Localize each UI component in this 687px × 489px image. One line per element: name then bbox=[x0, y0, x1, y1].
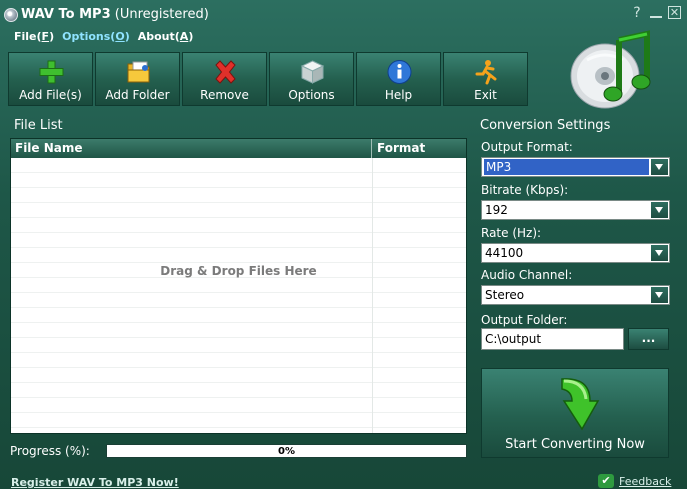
list-row bbox=[11, 398, 466, 413]
add-files-button[interactable]: Add File(s) bbox=[8, 52, 93, 106]
list-row bbox=[11, 353, 466, 368]
add-folder-label: Add Folder bbox=[105, 88, 170, 102]
output-format-label: Output Format: bbox=[481, 140, 573, 154]
help-button[interactable]: Help bbox=[356, 52, 441, 106]
app-window: WAV To MP3 (Unregistered) ? ✕ File(F) Op… bbox=[0, 0, 687, 489]
column-file-name[interactable]: File Name bbox=[11, 139, 372, 158]
list-row bbox=[11, 293, 466, 308]
output-format-select[interactable]: MP3 bbox=[481, 157, 670, 177]
list-row bbox=[11, 338, 466, 353]
drag-drop-hint: Drag & Drop Files Here bbox=[160, 264, 317, 278]
down-arrow-icon bbox=[561, 378, 600, 431]
close-icon[interactable]: ✕ bbox=[668, 6, 681, 19]
checkmark-icon: ✔ bbox=[598, 474, 614, 488]
options-label: Options bbox=[288, 88, 335, 102]
list-row bbox=[11, 383, 466, 398]
options-button[interactable]: Options bbox=[269, 52, 354, 106]
menu-bar: File(F) Options(O) About(A) bbox=[14, 30, 193, 43]
column-format[interactable]: Format bbox=[372, 139, 466, 158]
window-title: WAV To MP3 (Unregistered) bbox=[21, 7, 209, 22]
output-format-value: MP3 bbox=[484, 159, 649, 175]
add-files-label: Add File(s) bbox=[19, 88, 82, 102]
add-folder-button[interactable]: Add Folder bbox=[95, 52, 180, 106]
menu-about-label: About bbox=[137, 30, 175, 43]
conversion-settings-title: Conversion Settings bbox=[480, 118, 611, 133]
list-row bbox=[11, 368, 466, 383]
rate-label: Rate (Hz): bbox=[481, 226, 542, 240]
chevron-down-icon[interactable] bbox=[651, 287, 668, 303]
menu-options-label: Options bbox=[62, 30, 111, 43]
menu-options-accel: O bbox=[115, 30, 125, 43]
bitrate-value: 192 bbox=[485, 203, 508, 217]
menu-file-accel: F bbox=[41, 30, 50, 43]
x-icon bbox=[215, 60, 236, 84]
column-divider bbox=[372, 158, 373, 433]
title-app-name: WAV To MP3 bbox=[21, 7, 111, 22]
list-row bbox=[11, 323, 466, 338]
exit-label: Exit bbox=[474, 88, 497, 102]
progress-label: Progress (%): bbox=[10, 444, 90, 458]
audio-channel-select[interactable]: Stereo bbox=[481, 285, 670, 305]
audio-channel-label: Audio Channel: bbox=[481, 268, 573, 282]
feedback-link[interactable]: ✔ Feedback bbox=[598, 474, 671, 488]
help-label: Help bbox=[384, 88, 413, 102]
file-list[interactable]: File Name Format Drag & Drop Files Here bbox=[10, 138, 467, 434]
feedback-label: Feedback bbox=[619, 474, 672, 488]
rate-value: 44100 bbox=[485, 246, 524, 260]
start-converting-label: Start Converting Now bbox=[505, 437, 645, 452]
chevron-down-icon[interactable] bbox=[651, 202, 668, 218]
help-icon[interactable]: ? bbox=[630, 6, 644, 20]
cube-icon bbox=[300, 60, 325, 84]
list-row bbox=[11, 218, 466, 233]
running-man-icon bbox=[475, 60, 497, 85]
bitrate-select[interactable]: 192 bbox=[481, 200, 670, 220]
progress-bar: 0% bbox=[106, 444, 467, 458]
title-status: (Unregistered) bbox=[114, 7, 209, 22]
list-row bbox=[11, 188, 466, 203]
title-bar[interactable]: WAV To MP3 (Unregistered) ? ✕ bbox=[0, 0, 687, 28]
list-row bbox=[11, 173, 466, 188]
info-icon bbox=[387, 60, 412, 84]
menu-about-accel: A bbox=[179, 30, 189, 43]
plus-icon bbox=[39, 60, 64, 84]
cd-music-logo-icon bbox=[570, 30, 651, 109]
list-row bbox=[11, 203, 466, 218]
menu-options[interactable]: Options(O) bbox=[62, 30, 130, 43]
minimize-icon[interactable] bbox=[650, 6, 662, 18]
file-list-body[interactable]: Drag & Drop Files Here bbox=[11, 158, 466, 433]
list-row bbox=[11, 278, 466, 293]
exit-button[interactable]: Exit bbox=[443, 52, 528, 106]
list-row bbox=[11, 233, 466, 248]
output-folder-field[interactable]: C:\output bbox=[481, 328, 624, 350]
browse-folder-button[interactable]: ... bbox=[628, 328, 669, 350]
bitrate-label: Bitrate (Kbps): bbox=[481, 183, 569, 197]
list-row bbox=[11, 413, 466, 428]
rate-select[interactable]: 44100 bbox=[481, 243, 670, 263]
output-folder-label: Output Folder: bbox=[481, 313, 568, 327]
register-link[interactable]: Register WAV To MP3 Now! bbox=[11, 476, 179, 489]
chevron-down-icon[interactable] bbox=[651, 159, 668, 175]
progress-text: 0% bbox=[278, 446, 295, 457]
menu-file[interactable]: File(F) bbox=[14, 30, 54, 43]
file-list-title: File List bbox=[14, 118, 63, 133]
chevron-down-icon[interactable] bbox=[651, 245, 668, 261]
remove-button[interactable]: Remove bbox=[182, 52, 267, 106]
menu-file-label: File bbox=[14, 30, 37, 43]
list-row bbox=[11, 158, 466, 173]
remove-label: Remove bbox=[200, 88, 249, 102]
start-converting-button[interactable]: Start Converting Now bbox=[481, 368, 669, 458]
cd-app-icon bbox=[4, 8, 18, 22]
file-list-header: File Name Format bbox=[11, 139, 466, 158]
list-row bbox=[11, 248, 466, 263]
toolbar: Add File(s) Add Folder Remove Options He… bbox=[8, 52, 530, 106]
list-row bbox=[11, 308, 466, 323]
folder-icon bbox=[127, 61, 150, 83]
audio-channel-value: Stereo bbox=[485, 288, 525, 302]
menu-about[interactable]: About(A) bbox=[138, 30, 194, 43]
